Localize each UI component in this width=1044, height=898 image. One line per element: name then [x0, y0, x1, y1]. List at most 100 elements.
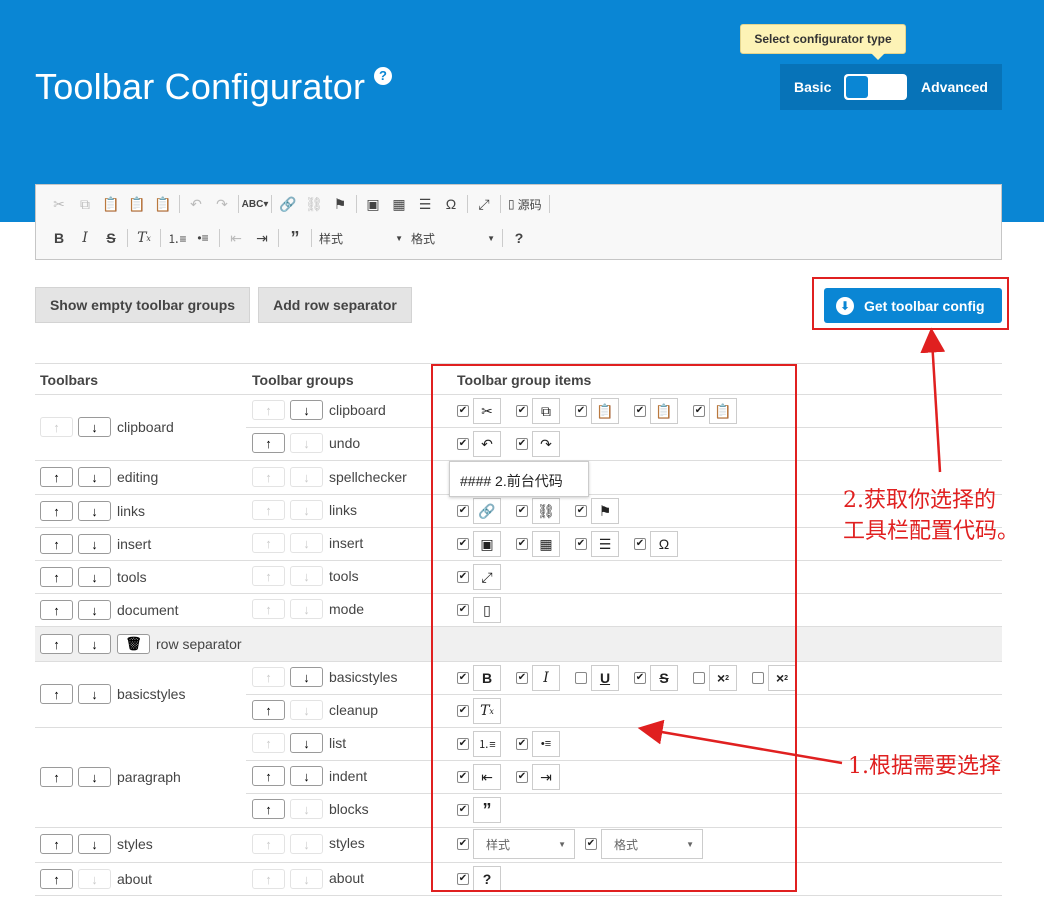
- toolbar-down-button[interactable]: ↓: [78, 684, 111, 704]
- paste-icon[interactable]: 📋: [98, 192, 124, 216]
- blockquote-icon[interactable]: ”: [282, 226, 308, 250]
- toolbar-up-button[interactable]: ↑: [40, 834, 73, 854]
- group-up-button[interactable]: ↑: [252, 400, 285, 420]
- group-down-button[interactable]: ↓: [290, 667, 323, 687]
- toolbar-separator: [127, 229, 128, 247]
- maximize-icon[interactable]: ⤢: [471, 192, 497, 216]
- toolbar-down-button[interactable]: ↓: [78, 600, 111, 620]
- group-up-button[interactable]: ↑: [252, 667, 285, 687]
- trash-icon[interactable]: 🗑: [117, 634, 150, 654]
- toolbar-down-button[interactable]: ↓: [78, 417, 111, 437]
- group-down-button[interactable]: ↓: [290, 834, 323, 854]
- special-char-icon[interactable]: Ω: [438, 192, 464, 216]
- toolbar-name: about: [117, 871, 153, 887]
- annotation-step1: 1.根据需要选择: [848, 754, 1001, 779]
- toolbar-down-button[interactable]: ↓: [78, 634, 111, 654]
- switch-basic-label[interactable]: Basic: [794, 79, 831, 95]
- bulleted-list-icon[interactable]: •≡: [190, 226, 216, 250]
- group-down-button[interactable]: ↓: [290, 467, 323, 487]
- toolbar-up-button[interactable]: ↑: [40, 684, 73, 704]
- chevron-down-icon: ▼: [395, 233, 403, 243]
- cut-icon[interactable]: ✂: [46, 192, 72, 216]
- group-down-button[interactable]: ↓: [290, 599, 323, 619]
- toolbar-down-button[interactable]: ↓: [78, 567, 111, 587]
- toolbar-up-button[interactable]: ↑: [40, 567, 73, 587]
- redo-icon[interactable]: ↷: [209, 192, 235, 216]
- paste-text-icon[interactable]: 📋: [124, 192, 150, 216]
- group-up-button[interactable]: ↑: [252, 433, 285, 453]
- remove-format-icon[interactable]: Tx: [131, 226, 157, 250]
- group-down-button[interactable]: ↓: [290, 869, 323, 889]
- group-name: blocks: [329, 801, 369, 817]
- group-down-button[interactable]: ↓: [290, 733, 323, 753]
- toolbar-up-button[interactable]: ↑: [40, 534, 73, 554]
- annotation-step2-line1: 2.获取你选择的: [843, 488, 996, 513]
- group-name: mode: [329, 601, 365, 617]
- anchor-flag-icon[interactable]: ⚑: [327, 192, 353, 216]
- toolbar-down-button[interactable]: ↓: [78, 534, 111, 554]
- numbered-list-icon[interactable]: ⒈≡: [164, 226, 190, 250]
- group-down-button[interactable]: ↓: [290, 566, 323, 586]
- toolbar-name: row separator: [156, 636, 242, 652]
- group-down-button[interactable]: ↓: [290, 433, 323, 453]
- group-up-button[interactable]: ↑: [252, 599, 285, 619]
- add-row-separator-button[interactable]: Add row separator: [258, 287, 412, 323]
- undo-icon[interactable]: ↶: [183, 192, 209, 216]
- group-up-button[interactable]: ↑: [252, 533, 285, 553]
- toolbar-up-button[interactable]: ↑: [40, 634, 73, 654]
- group-up-button[interactable]: ↑: [252, 869, 285, 889]
- format-combo[interactable]: 格式 ▼: [407, 227, 499, 249]
- group-down-button[interactable]: ↓: [290, 700, 323, 720]
- source-button[interactable]: ▯ 源码: [504, 192, 546, 216]
- copy-icon[interactable]: ⧉: [72, 192, 98, 216]
- row-divider: [35, 895, 1002, 896]
- unlink-icon[interactable]: ⛓: [301, 192, 327, 216]
- group-down-button[interactable]: ↓: [290, 500, 323, 520]
- toolbar-up-button[interactable]: ↑: [40, 501, 73, 521]
- show-empty-groups-button[interactable]: Show empty toolbar groups: [35, 287, 250, 323]
- indent-icon[interactable]: ⇥: [249, 226, 275, 250]
- group-up-button[interactable]: ↑: [252, 566, 285, 586]
- italic-icon[interactable]: I: [72, 226, 98, 250]
- outdent-icon[interactable]: ⇤: [223, 226, 249, 250]
- group-up-button[interactable]: ↑: [252, 766, 285, 786]
- image-icon[interactable]: ▣: [360, 192, 386, 216]
- switch-advanced-label[interactable]: Advanced: [921, 79, 988, 95]
- get-toolbar-config-button[interactable]: ⬇ Get toolbar config: [824, 288, 1002, 323]
- group-up-button[interactable]: ↑: [252, 467, 285, 487]
- style-combo[interactable]: 样式 ▼: [315, 227, 407, 249]
- group-down-button[interactable]: ↓: [290, 400, 323, 420]
- about-icon[interactable]: ?: [506, 226, 532, 250]
- group-up-button[interactable]: ↑: [252, 500, 285, 520]
- group-down-button[interactable]: ↓: [290, 799, 323, 819]
- toolbar-down-button[interactable]: ↓: [78, 834, 111, 854]
- group-up-button[interactable]: ↑: [252, 733, 285, 753]
- toolbar-down-button[interactable]: ↓: [78, 767, 111, 787]
- strike-icon[interactable]: S: [98, 226, 124, 250]
- toolbar-up-button[interactable]: ↑: [40, 417, 73, 437]
- link-icon[interactable]: 🔗: [275, 192, 301, 216]
- toolbar-up-button[interactable]: ↑: [40, 600, 73, 620]
- bold-icon[interactable]: B: [46, 226, 72, 250]
- group-down-button[interactable]: ↓: [290, 533, 323, 553]
- group-name: undo: [329, 435, 361, 451]
- switch-knob[interactable]: [846, 76, 868, 98]
- toolbar-up-button[interactable]: ↑: [40, 869, 73, 889]
- spellcheck-icon[interactable]: ABC▾: [242, 192, 269, 216]
- toolbar-down-button[interactable]: ↓: [78, 501, 111, 521]
- group-down-button[interactable]: ↓: [290, 766, 323, 786]
- toolbar-down-button[interactable]: ↓: [78, 467, 111, 487]
- toolbar-up-button[interactable]: ↑: [40, 467, 73, 487]
- toolbar-up-button[interactable]: ↑: [40, 767, 73, 787]
- toolbar-name: editing: [117, 469, 159, 485]
- switch-toggle[interactable]: [844, 74, 907, 100]
- table-icon[interactable]: ▦: [386, 192, 412, 216]
- horizontal-rule-icon[interactable]: ☰: [412, 192, 438, 216]
- help-icon[interactable]: ?: [374, 67, 392, 85]
- toolbar-down-button[interactable]: ↓: [78, 869, 111, 889]
- group-up-button[interactable]: ↑: [252, 700, 285, 720]
- paste-from-word-icon[interactable]: 📋: [150, 192, 176, 216]
- group-up-button[interactable]: ↑: [252, 799, 285, 819]
- group-up-button[interactable]: ↑: [252, 834, 285, 854]
- toolbar-separator: [219, 229, 220, 247]
